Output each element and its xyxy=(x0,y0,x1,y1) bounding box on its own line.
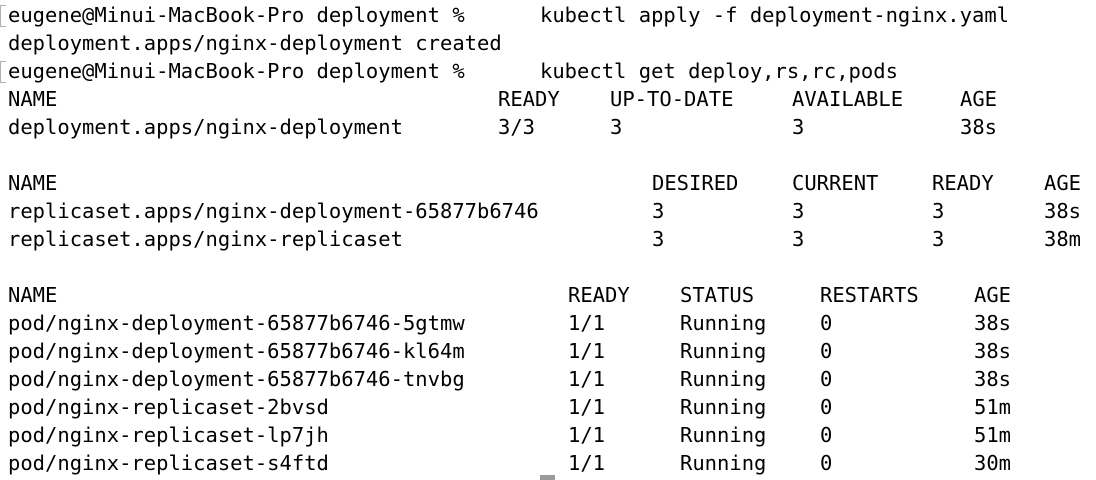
terminal-window[interactable]: eugene@Minui-MacBook-Pro deployment % ku… xyxy=(0,0,1096,480)
table-cell: 0 xyxy=(820,339,833,363)
command-line: eugene@Minui-MacBook-Pro deployment % ku… xyxy=(8,1,1009,29)
table-cell: pod/nginx-replicaset-s4ftd xyxy=(8,451,329,475)
command-line: eugene@Minui-MacBook-Pro deployment % ku… xyxy=(8,57,898,85)
table-row: pod/nginx-deployment-65877b6746-tnvbg 1/… xyxy=(8,365,1011,393)
column-header: NAME xyxy=(8,87,58,111)
table-cell: 38s xyxy=(974,367,1012,391)
table-cell: pod/nginx-deployment-65877b6746-tnvbg xyxy=(8,367,465,391)
column-header: UP-TO-DATE xyxy=(610,87,734,111)
table-row: pod/nginx-replicaset-s4ftd 1/1 Running 0… xyxy=(8,449,1011,477)
table-cell: 30m xyxy=(974,451,1012,475)
column-header: AVAILABLE xyxy=(792,87,904,111)
command-text: kubectl apply -f deployment-nginx.yaml xyxy=(540,3,1009,27)
table-cell: 38m xyxy=(1044,227,1082,251)
table-cell: 0 xyxy=(820,395,833,419)
table-cell: Running xyxy=(680,395,767,419)
table-cell: Running xyxy=(680,311,767,335)
table-cell: pod/nginx-deployment-65877b6746-5gtmw xyxy=(8,311,465,335)
table-cell: pod/nginx-replicaset-lp7jh xyxy=(8,423,329,447)
column-header: READY xyxy=(568,283,630,307)
command-text: kubectl get deploy,rs,rc,pods xyxy=(540,59,898,83)
table-cell: 38s xyxy=(960,115,998,139)
table-cell: 1/1 xyxy=(568,423,606,447)
table-cell: Running xyxy=(680,367,767,391)
table-row: pod/nginx-replicaset-lp7jh 1/1 Running 0… xyxy=(8,421,1011,449)
table-cell: 3 xyxy=(610,115,623,139)
table-row: pod/nginx-deployment-65877b6746-5gtmw 1/… xyxy=(8,309,1011,337)
table-cell: deployment.apps/nginx-deployment xyxy=(8,115,403,139)
column-header: NAME xyxy=(8,171,58,195)
table-cell: pod/nginx-deployment-65877b6746-kl64m xyxy=(8,339,465,363)
table-cell: 3 xyxy=(932,227,945,251)
table-cell: 0 xyxy=(820,451,833,475)
table-cell: 3 xyxy=(792,199,805,223)
text-cursor xyxy=(540,475,555,480)
table-cell: 1/1 xyxy=(568,339,606,363)
column-header: AGE xyxy=(974,283,1012,307)
table-cell: 51m xyxy=(974,395,1012,419)
column-header: AGE xyxy=(1044,171,1082,195)
column-header: DESIRED xyxy=(652,171,739,195)
table-cell: 38s xyxy=(974,311,1012,335)
table-cell: 1/1 xyxy=(568,451,606,475)
table-cell: 1/1 xyxy=(568,395,606,419)
deploy-table-header: NAME READY UP-TO-DATE AVAILABLE AGE xyxy=(8,85,997,113)
column-header: READY xyxy=(932,171,994,195)
table-cell: 1/1 xyxy=(568,311,606,335)
table-cell: 0 xyxy=(820,367,833,391)
table-cell: pod/nginx-replicaset-2bvsd xyxy=(8,395,329,419)
apply-output: deployment.apps/nginx-deployment created xyxy=(8,31,502,55)
column-header: READY xyxy=(498,87,560,111)
rs-table-header: NAME DESIRED CURRENT READY AGE xyxy=(8,169,1081,197)
table-cell: 3 xyxy=(792,115,805,139)
table-cell: 51m xyxy=(974,423,1012,447)
table-row: pod/nginx-deployment-65877b6746-kl64m 1/… xyxy=(8,337,1011,365)
column-header: NAME xyxy=(8,283,58,307)
table-cell: Running xyxy=(680,451,767,475)
column-header: CURRENT xyxy=(792,171,879,195)
table-row: replicaset.apps/nginx-deployment-65877b6… xyxy=(8,197,1081,225)
command-mark-icon xyxy=(0,61,6,83)
column-header: AGE xyxy=(960,87,998,111)
column-header: STATUS xyxy=(680,283,755,307)
table-cell: Running xyxy=(680,339,767,363)
table-cell: 3 xyxy=(652,227,665,251)
table-cell: 3/3 xyxy=(498,115,536,139)
pod-table-header: NAME READY STATUS RESTARTS AGE xyxy=(8,281,1011,309)
table-cell: 1/1 xyxy=(568,367,606,391)
table-cell: replicaset.apps/nginx-replicaset xyxy=(8,227,403,251)
table-cell: 38s xyxy=(1044,199,1082,223)
column-header: RESTARTS xyxy=(820,283,919,307)
table-cell: 3 xyxy=(932,199,945,223)
table-row: deployment.apps/nginx-deployment 3/3 3 3… xyxy=(8,113,997,141)
table-cell: 3 xyxy=(652,199,665,223)
table-cell: 38s xyxy=(974,339,1012,363)
table-cell: 3 xyxy=(792,227,805,251)
table-cell: Running xyxy=(680,423,767,447)
prompt: eugene@Minui-MacBook-Pro deployment % xyxy=(8,3,465,27)
table-row: replicaset.apps/nginx-replicaset 3 3 3 3… xyxy=(8,225,1081,253)
command-mark-icon xyxy=(0,5,6,27)
table-cell: 0 xyxy=(820,423,833,447)
table-cell: replicaset.apps/nginx-deployment-65877b6… xyxy=(8,199,539,223)
output-line: deployment.apps/nginx-deployment created xyxy=(8,29,502,57)
table-row: pod/nginx-replicaset-2bvsd 1/1 Running 0… xyxy=(8,393,1011,421)
table-cell: 0 xyxy=(820,311,833,335)
prompt: eugene@Minui-MacBook-Pro deployment % xyxy=(8,59,465,83)
